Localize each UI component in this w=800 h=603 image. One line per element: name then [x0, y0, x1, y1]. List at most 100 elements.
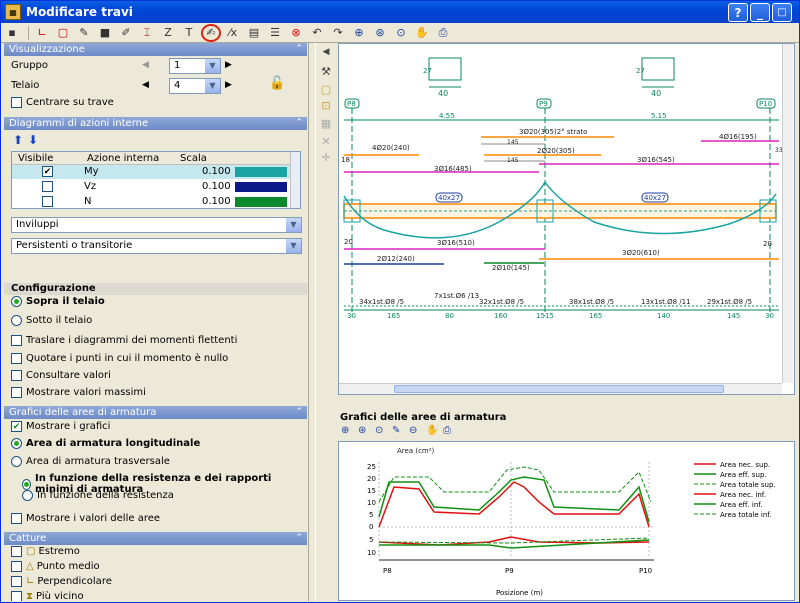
radio[interactable] [11, 315, 22, 326]
checkbox[interactable] [11, 591, 22, 601]
color-swatch[interactable] [235, 167, 287, 177]
checkbox[interactable]: ✔ [11, 421, 22, 432]
opt-sopra[interactable]: Sopra il telaio [11, 296, 105, 307]
prev-arrow-icon[interactable]: ◀ [142, 60, 149, 70]
zoom-in-icon[interactable]: ⊙ [375, 425, 383, 436]
beam-drawing-area[interactable]: 40 40 27 27 P8 P9 P10 4.55 5.15 3Ø20(305… [338, 43, 795, 395]
collapse-icon[interactable]: ⌃ [295, 532, 303, 545]
rebar-edit-icon[interactable]: ✍ [201, 23, 221, 42]
checkbox[interactable] [11, 546, 22, 557]
collapse-icon[interactable]: ⌃ [295, 406, 303, 419]
color-swatch[interactable] [235, 197, 287, 207]
chk-traslare[interactable]: Traslare i diagrammi dei momenti fletten… [11, 335, 237, 346]
beam-icon[interactable]: ∟ [33, 25, 51, 41]
save-icon[interactable]: ▪ [3, 25, 21, 41]
section-header-catture[interactable]: Catture ⌃ [4, 532, 307, 545]
section-header-grafici[interactable]: Grafici delle aree di armatura ⌃ [4, 406, 307, 419]
telaio-select[interactable]: 4 ▼ [169, 78, 221, 94]
gruppo-select[interactable]: 1 ▼ [169, 58, 221, 74]
edit-icon[interactable]: ✎ [75, 25, 93, 41]
checkbox[interactable]: ✔ [42, 166, 53, 177]
zoom-all-icon[interactable]: ⊕ [341, 425, 349, 436]
collapse-left-icon[interactable]: ◀ [319, 45, 333, 59]
chevron-down-icon[interactable]: ▼ [205, 59, 220, 73]
prev-arrow-icon[interactable]: ◀ [142, 80, 149, 90]
zoom-all-icon[interactable]: ⊕ [350, 25, 368, 41]
checkbox[interactable] [11, 353, 22, 364]
pan-icon[interactable]: ✋ [413, 25, 431, 41]
collapse-icon[interactable]: ⌃ [295, 43, 303, 56]
table-row[interactable]: N 0.100 [12, 195, 290, 209]
section-header-diagrammi[interactable]: Diagrammi di azioni interne ⌃ [4, 117, 307, 130]
horizontal-scrollbar[interactable] [339, 383, 782, 394]
checkbox[interactable] [11, 561, 22, 572]
table-row[interactable]: Vz 0.100 [12, 180, 290, 194]
opt-sotto[interactable]: Sotto il telaio [11, 315, 92, 326]
radio[interactable] [11, 296, 22, 307]
redo-icon[interactable]: ↷ [329, 25, 347, 41]
zoom-window-icon[interactable]: ⊛ [358, 425, 366, 436]
minimize-button[interactable]: _ [750, 3, 770, 22]
table-icon[interactable]: ▤ [245, 25, 263, 41]
next-arrow-icon[interactable]: ▶ [225, 80, 232, 90]
scrollbar[interactable] [290, 152, 300, 208]
zoom-out-icon[interactable]: ⊖ [409, 425, 417, 436]
help-button[interactable]: ? [728, 3, 748, 22]
print-icon[interactable]: ⎙ [434, 25, 452, 41]
checkbox[interactable] [11, 370, 22, 381]
splitter[interactable] [308, 43, 316, 601]
arrow-down-icon[interactable]: ⬇ [28, 133, 38, 147]
maximize-button[interactable]: □ [772, 3, 792, 22]
center-snap-icon[interactable]: ⊡ [319, 99, 333, 113]
opt-area-trasv[interactable]: Area di armatura trasversale [11, 456, 170, 467]
zoom-window-icon[interactable]: ⊛ [371, 25, 389, 41]
pencil-icon[interactable]: ✐ [117, 25, 135, 41]
fill-icon[interactable]: ■ [96, 25, 114, 41]
frame-icon[interactable]: ▢ [54, 25, 72, 41]
inviluppi-select[interactable]: Inviluppi ▼ [11, 217, 302, 233]
scroll-thumb[interactable] [394, 385, 724, 393]
rebar-area-graph[interactable]: Area (cm²) 25 20 15 10 5 0 5 10 P8 P9 P1… [338, 441, 795, 601]
cattura-estremo[interactable]: ▢ Estremo [11, 546, 80, 557]
lock-icon[interactable]: 🔓 [269, 76, 285, 91]
print-icon[interactable]: ⎙ [443, 425, 451, 436]
section-icon[interactable]: ⌶ [138, 25, 156, 41]
checkbox[interactable] [11, 97, 22, 108]
opt-sub2[interactable]: In funzione della resistenza [22, 490, 174, 501]
cattura-vicino[interactable]: ⧗ Più vicino [11, 591, 84, 601]
collapse-icon[interactable]: ⌃ [295, 117, 303, 130]
pan-icon[interactable]: ✋ [426, 425, 438, 436]
stop-icon[interactable]: ⊗ [287, 25, 305, 41]
grid-icon[interactable]: ▦ [319, 117, 333, 131]
checkbox[interactable] [11, 576, 22, 587]
radio[interactable] [22, 490, 33, 501]
radio[interactable] [11, 438, 22, 449]
radio[interactable] [11, 456, 22, 467]
chevron-down-icon[interactable]: ▼ [205, 79, 220, 93]
pencil-icon[interactable]: ✎ [392, 425, 400, 436]
cattura-perp[interactable]: ∟ Perpendicolare [11, 576, 112, 587]
tools-icon[interactable]: ⚒ [319, 65, 333, 79]
chevron-down-icon[interactable]: ▼ [286, 218, 301, 232]
chk-massimi[interactable]: Mostrare valori massimi [11, 387, 146, 398]
cross-icon[interactable]: ✕ [319, 135, 333, 149]
checkbox[interactable] [11, 335, 22, 346]
list-icon[interactable]: ☰ [266, 25, 284, 41]
situazione-select[interactable]: Persistenti o transitorie ▼ [11, 238, 302, 254]
chk-mostrare-valori[interactable]: Mostrare i valori delle aree [11, 513, 160, 524]
vertical-scrollbar[interactable] [782, 44, 793, 383]
checkbox[interactable] [11, 513, 22, 524]
checkbox[interactable] [42, 196, 53, 207]
t-icon[interactable]: T [180, 25, 198, 41]
color-swatch[interactable] [235, 182, 287, 192]
table-row[interactable]: ✔ My 0.100 [12, 165, 290, 179]
undo-icon[interactable]: ↶ [308, 25, 326, 41]
arrow-up-icon[interactable]: ⬆ [13, 133, 23, 147]
chk-consultare[interactable]: Consultare valori [11, 370, 111, 381]
cattura-medio[interactable]: △ Punto medio [11, 561, 100, 572]
next-arrow-icon[interactable]: ▶ [225, 60, 232, 70]
checkbox[interactable] [11, 387, 22, 398]
radio[interactable] [22, 478, 32, 490]
chk-quotare[interactable]: Quotare i punti in cui il momento è null… [11, 353, 228, 364]
axis-icon[interactable]: ✛ [319, 151, 333, 165]
